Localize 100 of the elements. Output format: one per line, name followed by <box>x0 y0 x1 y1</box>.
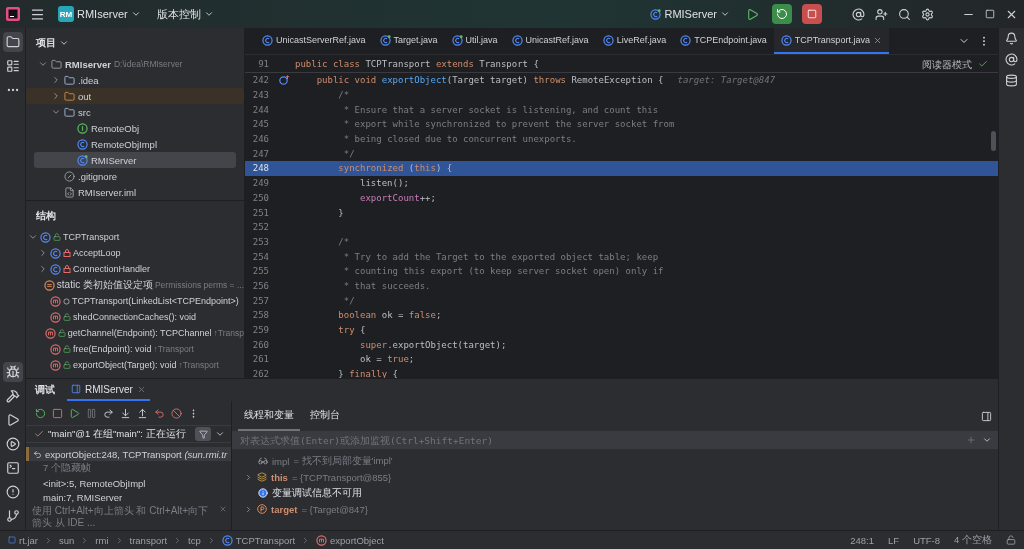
tree-item-label: free(Endpoint): void <box>73 344 152 354</box>
tree-item[interactable]: RemoteObjImpl <box>26 136 244 152</box>
debug-session-tab[interactable]: RMIServer <box>67 379 150 401</box>
step-into-icon[interactable] <box>120 407 131 419</box>
tree-item[interactable]: .idea <box>26 72 244 88</box>
tree-item[interactable]: ConnectionHandler <box>26 261 244 277</box>
editor-tab[interactable]: LiveRef.java <box>595 28 674 54</box>
variable-row[interactable]: 变量调试信息不可用 <box>232 485 998 501</box>
breadcrumb[interactable]: sun <box>59 534 75 546</box>
indent-setting[interactable]: 4 个空格 <box>954 533 992 547</box>
variable-row[interactable]: this = {TCPTransport@855} <box>232 469 998 485</box>
tree-item[interactable]: TCPTransport <box>26 229 244 245</box>
settings-icon[interactable] <box>921 7 934 21</box>
panel-title[interactable]: 项目 <box>26 28 244 56</box>
rerun-button[interactable] <box>772 4 792 24</box>
line-separator[interactable]: LF <box>888 534 900 546</box>
tool-window-button[interactable] <box>2 362 23 382</box>
bell-icon[interactable] <box>1005 32 1018 45</box>
add-user-icon[interactable] <box>875 7 888 21</box>
at-sign-icon[interactable] <box>852 7 865 21</box>
chevron-right-icon[interactable] <box>244 504 253 514</box>
code-token: TCPTransport <box>365 58 432 69</box>
chevron-down-icon[interactable] <box>982 435 992 445</box>
code-token: ok = <box>381 310 405 321</box>
tree-item[interactable]: exportObject(Target): void ↑Transport <box>26 357 244 373</box>
chevron-down-icon[interactable] <box>51 107 61 117</box>
search-icon[interactable] <box>898 7 911 21</box>
step-over-icon[interactable] <box>103 407 114 419</box>
chevron-right-icon[interactable] <box>51 75 61 85</box>
tree-item[interactable]: TCPTransport(LinkedList<TCPEndpoint>) <box>26 293 244 309</box>
tree-item[interactable]: out <box>26 88 244 104</box>
tree-item[interactable]: shedConnectionCaches(): void <box>26 309 244 325</box>
mute-breakpoints-icon[interactable] <box>171 407 182 419</box>
tree-item[interactable]: AcceptLoop <box>26 245 244 261</box>
tree-item-label: RMIserver.iml <box>78 186 137 198</box>
thread-selector[interactable]: "main"@1 在组"main": 正在运行 <box>26 425 231 443</box>
line-number: 244 <box>251 104 269 115</box>
step-out-icon[interactable] <box>137 407 148 419</box>
unlocked-icon[interactable] <box>1006 535 1016 545</box>
stack-frame[interactable]: exportObject:248, TCPTransport (sun.rmi.tr <box>26 446 231 462</box>
breadcrumb[interactable]: rt.jar <box>8 534 38 546</box>
file-encoding[interactable]: UTF-8 <box>913 534 941 546</box>
tree-item[interactable]: free(Endpoint): void ↑Transport <box>26 341 244 357</box>
scrollbar-thumb[interactable] <box>991 131 996 151</box>
resume-icon[interactable] <box>69 407 80 419</box>
ignore-file-icon <box>64 170 75 182</box>
stop-button[interactable] <box>802 4 822 24</box>
rerun-icon[interactable] <box>35 407 46 419</box>
breadcrumb[interactable]: TCPTransport <box>221 534 296 546</box>
tree-item[interactable]: static 类初始值设定项 Permissions perms = ... <box>26 277 244 293</box>
caret-position[interactable]: 248:1 <box>850 534 875 546</box>
chevron-right-icon[interactable] <box>38 264 48 274</box>
chevron-right-icon[interactable] <box>38 248 48 258</box>
run-config-selector[interactable]: RMIServer <box>647 8 733 20</box>
git-branch-icon <box>5 509 20 523</box>
tree-item[interactable]: .gitignore <box>26 168 244 184</box>
tree-item[interactable]: RMIServer <box>34 152 236 168</box>
editor-tab[interactable]: TCPEndpoint.java <box>673 28 774 54</box>
vcs-menu[interactable]: 版本控制 <box>153 6 217 22</box>
stack-frame[interactable]: main:7, RMIServer <box>26 490 231 505</box>
chevron-down-icon[interactable] <box>28 232 38 242</box>
editor-tab[interactable]: Target.java <box>372 28 445 54</box>
editor-tab[interactable]: TCPTransport.java <box>773 28 889 54</box>
close-tab-icon[interactable] <box>872 35 882 45</box>
chevron-down-icon[interactable] <box>38 59 48 69</box>
variable-row[interactable]: impl = 找不到局部变量'impl' <box>232 453 998 469</box>
project-switcher[interactable]: RM RMIserver <box>55 6 144 22</box>
breadcrumb[interactable]: transport <box>129 534 168 546</box>
filter-button[interactable] <box>195 427 211 441</box>
database-icon[interactable] <box>1005 74 1018 87</box>
editor-tab[interactable]: UnicastServerRef.java <box>255 28 373 54</box>
variable-row[interactable]: target = {Target@847} <box>232 501 998 517</box>
stack-frame[interactable]: <init>:5, RemoteObjImpl <box>26 475 231 491</box>
tool-window-button[interactable] <box>2 32 23 52</box>
stop-icon[interactable] <box>52 407 63 419</box>
tree-item[interactable]: getChannel(Endpoint): TCPChannel ↑Transp <box>26 325 244 341</box>
menu-icon[interactable] <box>30 6 45 22</box>
chevron-down-icon[interactable] <box>215 429 225 439</box>
maximize-icon[interactable] <box>985 9 995 19</box>
tree-item[interactable]: src <box>26 104 244 120</box>
breadcrumb[interactable]: rmi <box>95 534 109 546</box>
tree-item[interactable]: RemoteObj <box>26 120 244 136</box>
module-file-icon <box>64 186 75 198</box>
chevron-right-icon[interactable] <box>51 91 61 101</box>
override-marker-icon[interactable] <box>279 75 290 86</box>
view-tab[interactable]: 控制台 <box>304 401 346 431</box>
stack-frame[interactable]: 7 个隐藏帧 <box>26 461 231 476</box>
pause-icon[interactable] <box>86 407 97 419</box>
tree-item[interactable]: RMIserver D:\idea\RMIserver <box>26 56 244 72</box>
breadcrumb[interactable]: exportObject <box>316 534 384 546</box>
code-token: { <box>360 325 366 336</box>
breadcrumb[interactable]: tcp <box>188 534 201 546</box>
tree-item[interactable]: RMIserver.iml <box>26 184 244 200</box>
editor-tab[interactable]: Util.java <box>444 28 505 54</box>
editor-tab[interactable]: UnicastRef.java <box>504 28 596 54</box>
code-token: */ <box>343 148 355 159</box>
chevron-right-icon[interactable] <box>244 472 253 482</box>
close-tab-icon[interactable] <box>136 384 146 394</box>
reader-mode-toggle[interactable]: 阅读器模式 <box>922 58 972 72</box>
layout-icon[interactable] <box>981 410 992 422</box>
